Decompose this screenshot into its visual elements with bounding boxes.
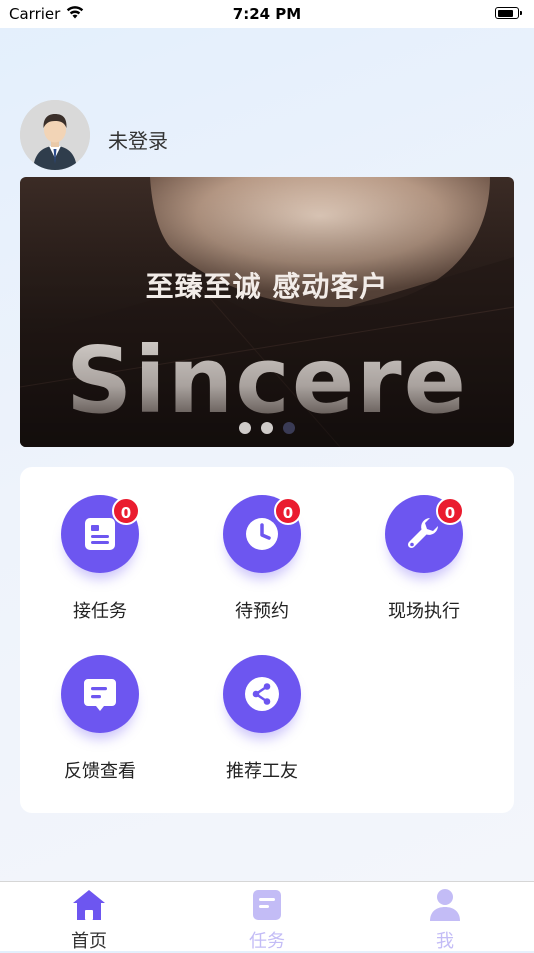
banner-headline: Sincere [20,327,514,434]
avatar[interactable] [20,100,90,170]
menu-item-recommend-coworker[interactable]: 推荐工友 [182,627,342,782]
tab-label: 首页 [71,931,107,952]
menu-item-pending-appointment[interactable]: 0 待预约 [182,467,342,622]
menu-item-label: 现场执行 [388,601,460,622]
promo-banner[interactable]: 至臻至诚 感动客户 Sincere [20,177,514,447]
banner-slogan: 至臻至诚 感动客户 [145,270,389,303]
bottom-tab-bar: 首页 任务 我 [0,881,534,952]
home-icon [73,890,105,920]
task-icon [253,890,281,920]
share-icon [223,655,301,733]
message-icon [61,655,139,733]
menu-item-label: 接任务 [73,601,127,622]
carousel-indicator [20,419,514,438]
status-bar: Carrier 7:24 PM [0,0,534,28]
function-menu-card: 0 接任务 0 待预约 0 现场执行 反馈查看 推荐工友 [20,467,514,813]
menu-item-label: 反馈查看 [64,761,136,782]
count-badge: 0 [112,497,140,525]
status-time: 7:24 PM [232,5,302,23]
menu-item-label: 推荐工友 [226,761,298,782]
carousel-dot-active[interactable] [283,422,295,434]
count-badge: 0 [274,497,302,525]
login-status-label[interactable]: 未登录 [108,125,168,154]
tab-label: 任务 [249,931,285,952]
battery-icon [495,7,522,19]
tab-task[interactable]: 任务 [178,882,356,952]
count-badge: 0 [436,497,464,525]
menu-item-label: 待预约 [235,601,289,622]
tab-home[interactable]: 首页 [0,882,178,952]
menu-item-on-site-execution[interactable]: 0 现场执行 [344,467,504,622]
profile-icon [430,889,460,921]
user-avatar-icon [20,100,90,170]
carousel-dot[interactable] [239,422,251,434]
menu-item-accept-task[interactable]: 0 接任务 [20,467,180,622]
tab-me[interactable]: 我 [356,882,534,952]
battery-level [497,9,513,17]
tab-label: 我 [436,931,454,952]
carousel-dot[interactable] [261,422,273,434]
menu-item-feedback[interactable]: 反馈查看 [20,627,180,782]
